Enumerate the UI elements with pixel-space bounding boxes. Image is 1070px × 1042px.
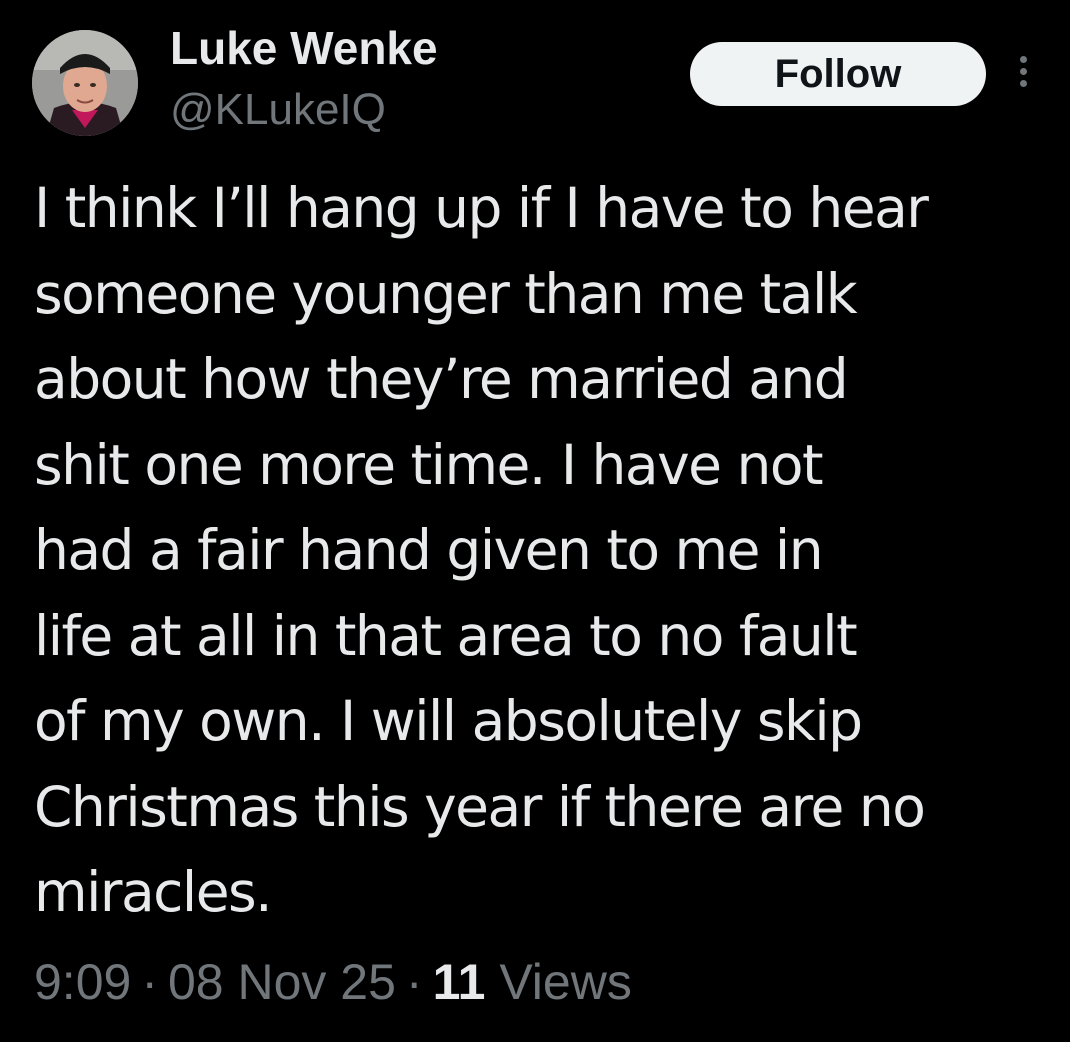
author-display-name[interactable]: Luke Wenke	[170, 20, 438, 76]
ellipsis-dot	[1020, 56, 1027, 63]
avatar[interactable]	[32, 30, 138, 136]
separator-dot: ·	[141, 954, 158, 1010]
profile-photo-icon	[32, 30, 138, 136]
tweet-line: shit one more time. I have not	[34, 432, 824, 497]
tweet-line: had a fair hand given to me in	[34, 518, 824, 582]
tweet-line: life at all in that area to no fault	[34, 603, 858, 668]
tweet-line: Christmas this year if there are no	[34, 774, 926, 839]
views-label: Views	[499, 954, 632, 1010]
tweet-line: miracles.	[34, 860, 273, 924]
tweet-line: someone younger than me talk	[34, 261, 858, 326]
tweet-date[interactable]: 08 Nov 25	[168, 954, 396, 1010]
tweet-line: of my own. I will absolutely skip	[34, 689, 863, 753]
views-count: 11	[432, 954, 486, 1010]
tweet-line: about how they’re married and	[34, 347, 849, 411]
tweet-text: I think I’ll hang up if I have to hear s…	[34, 166, 1044, 936]
separator-dot: ·	[405, 954, 423, 1010]
ellipsis-dot	[1020, 68, 1027, 75]
author-handle[interactable]: @KLukeIQ	[170, 84, 386, 136]
tweet-line: I think I’ll hang up if I have to hear	[34, 176, 929, 240]
tweet-time[interactable]: 9:09	[34, 954, 131, 1010]
ellipsis-dot	[1020, 80, 1027, 87]
follow-button[interactable]: Follow	[690, 42, 986, 106]
tweet-metadata: 9:09 · 08 Nov 25 · 11 Views	[34, 950, 632, 1014]
more-options-icon[interactable]	[1012, 52, 1036, 92]
